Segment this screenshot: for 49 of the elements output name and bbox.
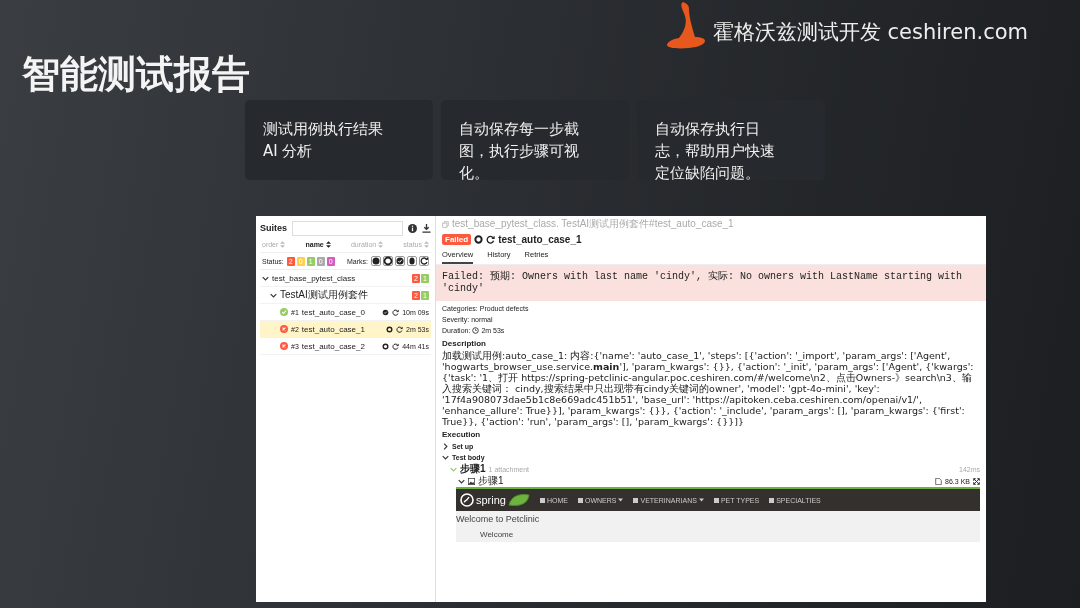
card-text: 自动保存每一步截图，执行步骤可视化。 [459, 119, 580, 184]
oval-icon[interactable] [407, 256, 417, 266]
section-heading: Execution [442, 429, 482, 441]
sort-icon [325, 241, 331, 248]
card-text: 自动保存执行日志，帮助用户快速定位缺陷问题。 [655, 119, 776, 184]
section-heading: Description [442, 338, 487, 350]
failed-icon [280, 342, 288, 350]
download-icon[interactable] [422, 223, 431, 233]
status-icon [382, 308, 390, 316]
status-icon [382, 342, 390, 350]
leaf-icon [507, 493, 530, 507]
test-name: test_auto_case_2 [301, 341, 365, 351]
test-name: test_auto_case_0 [301, 307, 365, 317]
clock-icon [472, 327, 480, 334]
leaf-circle-icon [460, 493, 474, 507]
ring-icon [474, 235, 484, 244]
dot-icon[interactable] [371, 256, 381, 266]
expand-icon[interactable] [973, 477, 980, 485]
retry-icon [396, 325, 404, 333]
sort-icon [280, 241, 286, 248]
refresh-icon[interactable] [419, 256, 429, 266]
page-heading: Welcome to Petclinic [456, 513, 541, 526]
status-icon [386, 325, 394, 333]
retry-icon [392, 342, 400, 350]
refresh-icon [486, 235, 496, 244]
copy-icon [442, 220, 449, 228]
check-icon[interactable] [395, 256, 405, 266]
passed-icon [280, 308, 288, 316]
sort-icon [424, 241, 429, 248]
image-icon [468, 477, 475, 485]
retry-icon [392, 308, 400, 316]
logo-text: spring [476, 494, 506, 506]
sort-icon [378, 241, 384, 248]
test-name: test_auto_case_1 [301, 324, 365, 334]
page-subheading: Welcome [479, 529, 515, 541]
card-text: 测试用例执行结果 AI 分析 [263, 119, 384, 162]
info-icon[interactable] [408, 223, 417, 233]
brand-name: 霍格沃兹测试开发 ceshiren.com [712, 20, 1028, 44]
slide-title: 智能测试报告 [22, 51, 251, 98]
description-text: 加载测试用例:auto_case_1: 内容:{'name': 'auto_case_1', 'steps': [{'action': '_import', 'param_args': ['Agent', 'hogwarts_browser_use.service.main'], 'param_kwargs': {}}, {'action': '_init', 'param_args': ['Agent', {'kwargs': {'task': '1、打开 https://spring-petclinic-angular.poc.ceshiren.com/#/welcome\n2、点击Owners-》search\n3、输入搜索关键词： cindy,搜索结果中只出现带有cindy关键词的owner', 'model': 'gpt-4o-mini', 'key': '17f4a908073dae5b1c8e669adc451b51', 'base_url': 'https://apitoken.ceba.ceshiren.com/openai/v1/', 'enhance_allure': True}}], 'param_kwargs': {}}, {'action': '_include', 'param_args': [], 'param_kwargs': {'first': True}}, {'action': 'run', 'param_args': [], 'param_kwargs': {}}]} [442, 350, 975, 427]
failed-icon [280, 325, 288, 333]
ring-icon[interactable] [383, 256, 393, 266]
test-title: test_auto_case_1 [498, 234, 582, 245]
file-icon [935, 477, 943, 485]
search-field[interactable] [292, 220, 403, 236]
error-message: Failed: 预期: Owners with last name 'cindy', 实际: No owners with LastName starting with 'cindy' [436, 265, 986, 301]
breadcrumb: test_base_pytest_class. TestAI测试用例套件#test_auto_case_1 [452, 217, 734, 231]
status-badge: Failed [442, 234, 472, 245]
panel-title: Suites [260, 223, 287, 233]
